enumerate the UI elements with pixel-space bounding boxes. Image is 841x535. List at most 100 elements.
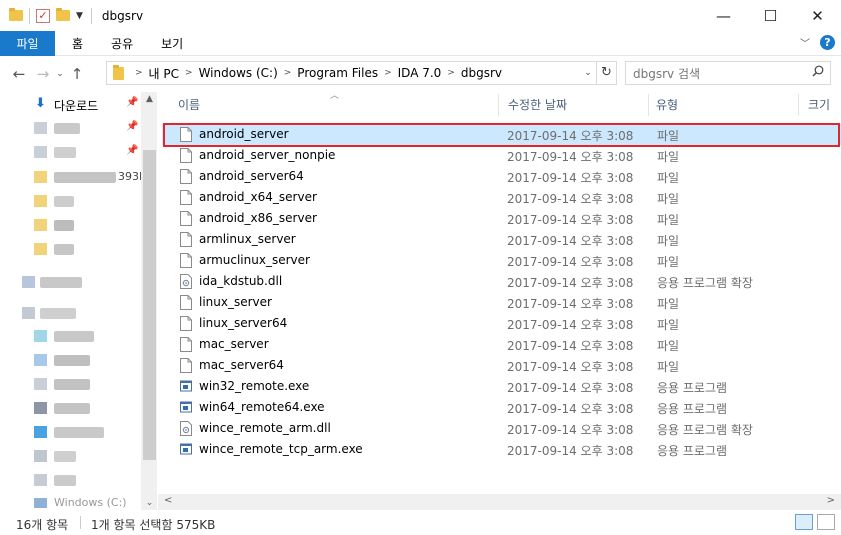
scroll-right-icon[interactable]: > [827,495,835,506]
search-icon[interactable] [812,65,824,77]
folder-icon [34,171,47,183]
column-divider[interactable] [498,94,499,116]
file-modified-date: 2017-09-14 오후 3:08 [507,171,634,185]
table-row[interactable]: android_x86_server 2017-09-14 오후 3:08 파일 [162,208,841,229]
scroll-left-icon[interactable]: < [164,495,172,506]
breadcrumb-dbgsrv[interactable]: dbgsrv [461,66,502,80]
close-button[interactable]: ✕ [794,0,841,31]
table-row[interactable]: win64_remote64.exe 2017-09-14 오후 3:08 응용 프… [162,397,841,418]
table-row[interactable]: armlinux_server 2017-09-14 오후 3:08 파일 [162,229,841,250]
table-row[interactable]: win32_remote.exe 2017-09-14 오후 3:08 응용 프로그… [162,376,841,397]
dll-icon [180,421,192,436]
details-view-button[interactable] [795,514,813,530]
window-title: dbgsrv [101,8,144,23]
table-row[interactable]: linux_server64 2017-09-14 오후 3:08 파일 [162,313,841,334]
large-icons-view-button[interactable] [817,514,835,530]
table-row[interactable]: android_x64_server 2017-09-14 오후 3:08 파일 [162,187,841,208]
sidebar-item-downloads[interactable]: ⬇ 다운로드 📌 [0,94,141,115]
breadcrumb-this-pc[interactable]: 내 PC [149,65,179,82]
file-type: 응용 프로그램 [657,402,728,416]
scroll-up-icon[interactable]: ▲ [141,94,157,104]
sidebar-item[interactable] [0,374,141,395]
column-name[interactable]: 이름 [178,92,200,118]
file-icon [180,253,192,268]
column-date[interactable]: 수정한 날짜 [508,92,567,118]
horizontal-scrollbar[interactable]: < > [158,494,841,510]
folder-icon [34,378,47,390]
address-dropdown-icon[interactable]: ⌄ [580,68,596,78]
new-folder-icon[interactable] [56,8,70,21]
column-divider[interactable] [798,94,799,116]
file-name: wince_remote_arm.dll [199,421,331,435]
chevron-right-icon[interactable]: > [284,68,292,78]
tab-home[interactable]: 홈 [58,31,97,56]
table-row[interactable]: android_server64 2017-09-14 오후 3:08 파일 [162,166,841,187]
chevron-right-icon[interactable]: > [135,68,143,78]
refresh-icon[interactable]: ↻ [596,62,616,84]
sidebar-item[interactable] [0,215,141,236]
sidebar-item[interactable] [0,422,141,443]
expand-ribbon-icon[interactable]: ﹀ [800,35,810,50]
sidebar-item[interactable] [0,303,141,324]
forward-arrow-icon[interactable]: → [33,65,53,83]
sidebar-scrollbar[interactable]: ▲ ⌄ [141,92,157,510]
breadcrumb-program-files[interactable]: Program Files [297,66,378,80]
column-type[interactable]: 유형 [656,92,678,118]
sidebar-item-c-drive[interactable]: Windows (C:) [0,496,141,510]
folder-icon[interactable] [9,8,23,21]
breadcrumb-ida[interactable]: IDA 7.0 [398,66,442,80]
table-row[interactable]: armuclinux_server 2017-09-14 오후 3:08 파일 [162,250,841,271]
address-bar[interactable]: > 내 PC > Windows (C:) > Program Files > … [106,61,617,85]
maximize-button[interactable]: ☐ [747,0,794,31]
table-row[interactable]: mac_server64 2017-09-14 오후 3:08 파일 [162,355,841,376]
help-icon[interactable]: ? [820,35,835,50]
table-row[interactable]: mac_server 2017-09-14 오후 3:08 파일 [162,334,841,355]
file-type: 응용 프로그램 확장 [657,276,753,290]
properties-icon[interactable]: ✓ [36,8,50,23]
pin-icon: 📌 [126,97,139,108]
customize-toolbar-icon[interactable]: ▼ [76,11,83,21]
sidebar-item[interactable] [0,239,141,260]
blurred-label [54,196,74,207]
folder-icon [34,195,47,207]
breadcrumb-c-drive[interactable]: Windows (C:) [199,66,278,80]
chevron-right-icon[interactable]: > [447,68,455,78]
up-arrow-icon[interactable]: ↑ [67,65,87,83]
divider [90,7,92,24]
file-name: android_server_nonpie [199,148,336,162]
file-type: 파일 [657,339,680,353]
sidebar-item[interactable] [0,191,141,212]
column-size[interactable]: 크기 [808,92,830,118]
recent-locations-icon[interactable]: ⌄ [53,69,67,79]
divider [80,516,81,529]
tab-view[interactable]: 보기 [147,31,197,56]
table-row[interactable]: wince_remote_tcp_arm.exe 2017-09-14 오후 3:… [162,439,841,460]
sidebar-item[interactable] [0,446,141,467]
minimize-button[interactable]: — [700,0,747,31]
column-divider[interactable] [648,94,649,116]
sidebar-item[interactable] [0,326,141,347]
table-row[interactable]: android_server_nonpie 2017-09-14 오후 3:08 파… [162,145,841,166]
table-row[interactable]: wince_remote_arm.dll 2017-09-14 오후 3:08 응용… [162,418,841,439]
table-row[interactable]: linux_server 2017-09-14 오후 3:08 파일 [162,292,841,313]
tab-share[interactable]: 공유 [97,31,147,56]
sidebar-item[interactable] [0,350,141,371]
folder-icon [34,122,47,134]
scrollbar-thumb[interactable] [143,150,156,460]
table-row[interactable]: ida_kdstub.dll 2017-09-14 오후 3:08 응용 프로그램 … [162,271,841,292]
search-input[interactable]: dbgsrv 검색 [625,61,831,85]
tab-file[interactable]: 파일 [0,30,55,56]
sidebar-item[interactable] [0,398,141,419]
sidebar-item[interactable]: 📌 [0,142,141,163]
chevron-right-icon[interactable]: > [384,68,392,78]
file-name: android_server64 [199,169,304,183]
file-icon [180,358,192,373]
back-arrow-icon[interactable]: ← [9,65,29,83]
scroll-down-icon[interactable]: ⌄ [141,498,157,508]
sidebar-item[interactable] [0,470,141,491]
chevron-right-icon[interactable]: > [185,68,193,78]
sidebar-item[interactable] [0,272,141,293]
file-modified-date: 2017-09-14 오후 3:08 [507,318,634,332]
sidebar-item[interactable]: 📌 [0,118,141,139]
sidebar-item[interactable]: 393E [0,167,146,188]
